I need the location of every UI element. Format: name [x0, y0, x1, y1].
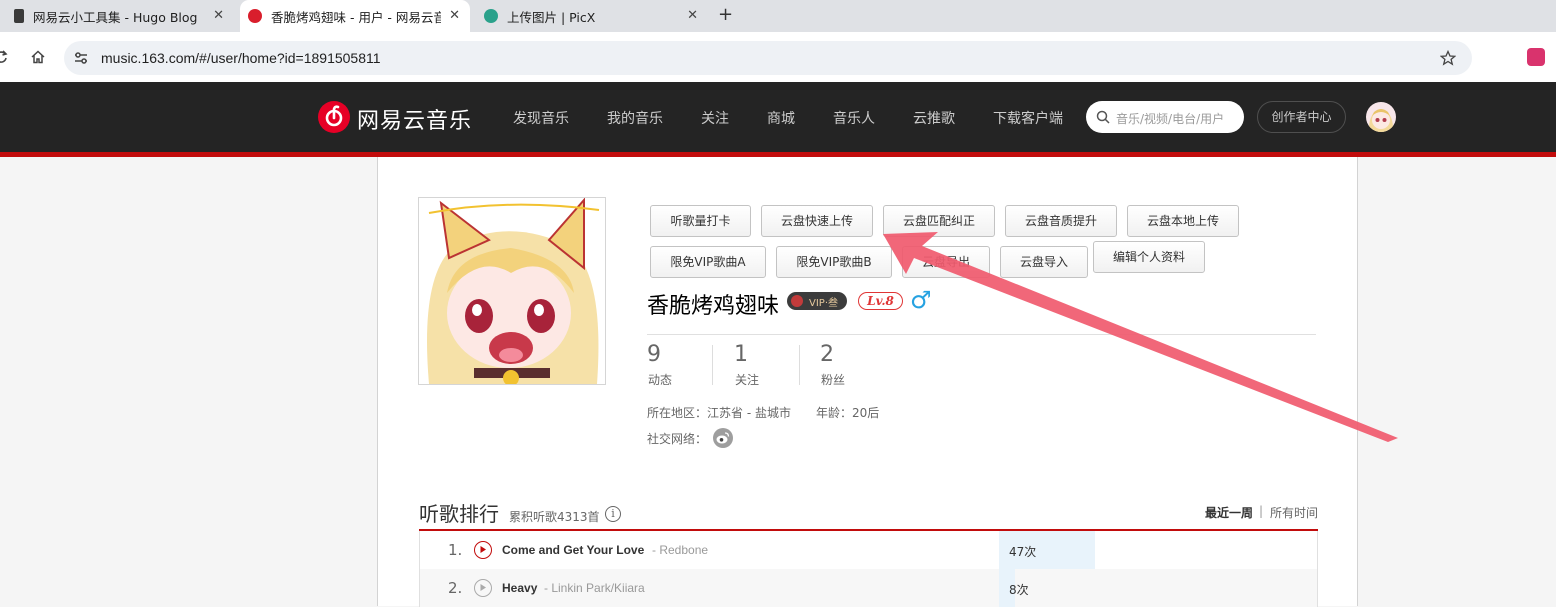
search-input[interactable]: 音乐/视频/电台/用户 [1116, 110, 1224, 127]
site-logo-text[interactable]: 网易云音乐 [357, 103, 472, 135]
close-tab-icon[interactable]: ✕ [449, 8, 460, 24]
browser-toolbar: music.163.com/#/user/home?id=1891505811 [0, 32, 1556, 82]
region-info: 所在地区：江苏省 - 盐城市 [647, 406, 791, 420]
ranking-subtitle: 累积听歌4313首 [509, 510, 600, 524]
netease-favicon-icon [248, 9, 262, 23]
home-icon[interactable] [30, 49, 46, 65]
translate-extension-icon[interactable] [1527, 48, 1545, 66]
cloud-export-button[interactable]: 云盘导出 [902, 246, 990, 278]
browser-tab-strip: 网易云小工具集 - Hugo Blog ✕ 香脆烤鸡翅味 - 用户 - 网易云音… [0, 0, 1556, 32]
profile-divider [647, 334, 1316, 335]
url-text: music.163.com/#/user/home?id=1891505811 [101, 50, 381, 66]
nav-musician[interactable]: 音乐人 [833, 108, 875, 128]
info-icon[interactable]: i [605, 506, 621, 522]
tab-title: 上传图片 | PicX [507, 9, 596, 25]
site-search[interactable]: 音乐/视频/电台/用户 [1086, 101, 1244, 133]
stat-fans-label[interactable]: 粉丝 [821, 371, 845, 388]
rank-number: 1. [448, 541, 463, 559]
browser-tab-picx[interactable]: 上传图片 | PicX ✕ [484, 0, 708, 32]
nav-my-music[interactable]: 我的音乐 [607, 108, 663, 128]
ranking-title: 听歌排行 [419, 502, 499, 526]
listen-checkin-button[interactable]: 听歌量打卡 [650, 205, 751, 237]
male-gender-icon: ♂ [910, 286, 932, 314]
level-badge[interactable]: Lv.8 [858, 292, 903, 310]
cloud-local-upload-button[interactable]: 云盘本地上传 [1127, 205, 1239, 237]
stat-fans-count[interactable]: 2 [820, 342, 834, 367]
hugo-favicon-icon [14, 9, 24, 23]
edit-profile-button[interactable]: 编辑个人资料 [1093, 241, 1205, 273]
picx-favicon-icon [484, 9, 498, 23]
tab-title: 香脆烤鸡翅味 - 用户 - 网易云音 [271, 9, 441, 25]
cloud-quality-upgrade-button[interactable]: 云盘音质提升 [1005, 205, 1117, 237]
new-tab-button[interactable]: + [718, 5, 733, 25]
cloud-quick-upload-button[interactable]: 云盘快速上传 [761, 205, 873, 237]
browser-tab-hugo-blog[interactable]: 网易云小工具集 - Hugo Blog ✕ [14, 0, 234, 32]
username: 香脆烤鸡翅味 [647, 294, 780, 319]
play-count: 8次 [1009, 583, 1029, 597]
cloud-import-button[interactable]: 云盘导入 [1000, 246, 1088, 278]
browser-tab-netease-user[interactable]: 香脆烤鸡翅味 - 用户 - 网易云音 ✕ [240, 0, 470, 32]
profile-avatar[interactable] [418, 197, 606, 385]
rank-number: 2. [448, 579, 463, 597]
play-count: 47次 [1009, 545, 1037, 559]
table-row[interactable]: 1. Come and Get Your Love - Redbone 47次 [419, 531, 1318, 569]
search-icon [1096, 110, 1110, 124]
stat-separator [712, 345, 713, 385]
nav-recommend[interactable]: 云推歌 [913, 108, 955, 128]
creator-center-button[interactable]: 创作者中心 [1257, 101, 1346, 133]
song-title[interactable]: Come and Get Your Love [502, 543, 644, 557]
tab-separator: | [1259, 504, 1264, 518]
play-icon[interactable] [474, 579, 492, 597]
nav-download[interactable]: 下载客户端 [993, 108, 1063, 128]
song-artist[interactable]: - Linkin Park/Kiiara [544, 581, 645, 595]
stat-separator [799, 345, 800, 385]
weibo-icon[interactable] [713, 428, 733, 448]
user-avatar[interactable] [1366, 102, 1396, 132]
social-network-label: 社交网络： [647, 432, 708, 446]
vip-badge-text: VIP·叁 [809, 298, 838, 309]
site-settings-icon[interactable] [73, 51, 89, 65]
close-tab-icon[interactable]: ✕ [687, 8, 698, 24]
close-tab-icon[interactable]: ✕ [213, 8, 224, 24]
free-vip-song-a-button[interactable]: 限免VIP歌曲A [650, 246, 766, 278]
tab-all-time[interactable]: 所有时间 [1270, 504, 1318, 521]
nav-follow[interactable]: 关注 [701, 108, 729, 128]
stat-follows-label[interactable]: 关注 [735, 371, 759, 388]
song-artist[interactable]: - Redbone [652, 543, 708, 557]
vip-disc-icon [791, 295, 803, 307]
tab-last-week[interactable]: 最近一周 [1205, 504, 1253, 521]
play-icon[interactable] [474, 541, 492, 559]
stat-events-label[interactable]: 动态 [648, 371, 672, 388]
vip-badge[interactable]: VIP·叁 [787, 292, 847, 310]
nav-discover[interactable]: 发现音乐 [513, 108, 569, 128]
table-row[interactable]: 2. Heavy - Linkin Park/Kiiara 8次 [419, 569, 1318, 607]
stat-events-count[interactable]: 9 [647, 342, 661, 367]
stat-follows-count[interactable]: 1 [734, 342, 748, 367]
netease-logo-icon[interactable] [318, 101, 350, 133]
tab-title: 网易云小工具集 - Hugo Blog [33, 9, 198, 25]
age-info: 年龄：20后 [816, 406, 880, 420]
bookmark-star-icon[interactable] [1440, 50, 1456, 66]
reload-icon[interactable] [0, 50, 8, 64]
song-title[interactable]: Heavy [502, 581, 537, 595]
free-vip-song-b-button[interactable]: 限免VIP歌曲B [776, 246, 892, 278]
cloud-match-fix-button[interactable]: 云盘匹配纠正 [883, 205, 995, 237]
nav-store[interactable]: 商城 [767, 108, 795, 128]
